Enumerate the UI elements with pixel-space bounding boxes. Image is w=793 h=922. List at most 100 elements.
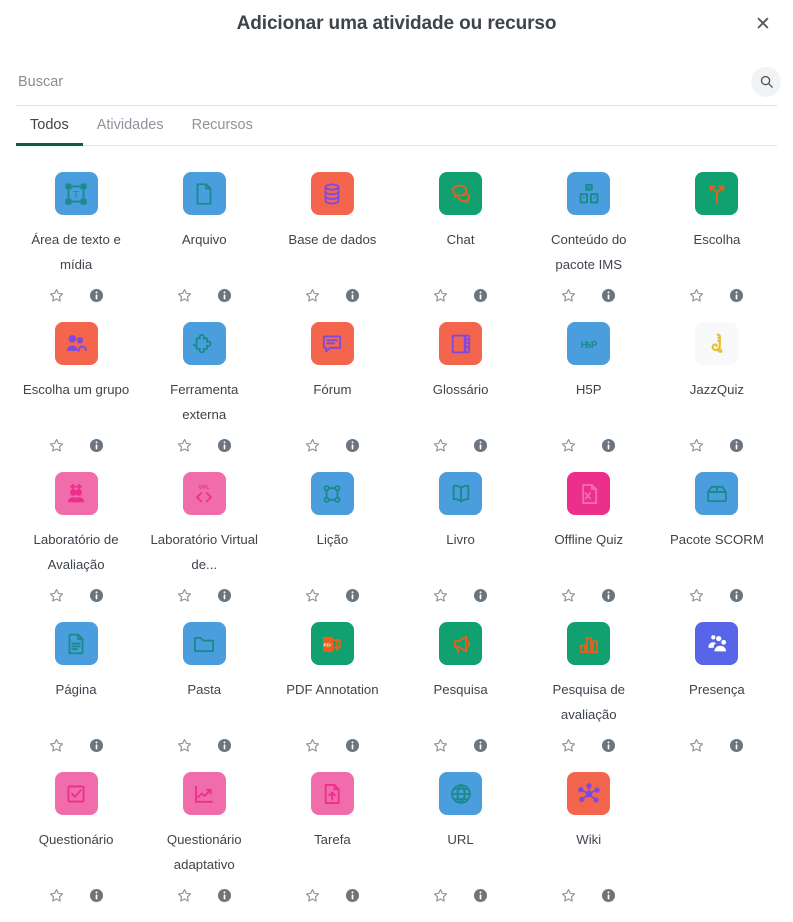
star-outline-icon[interactable] — [560, 436, 578, 454]
scorm-box-icon[interactable] — [695, 472, 739, 515]
activity-label[interactable]: Pesquisa de avaliação — [533, 677, 645, 727]
info-circle-icon[interactable] — [343, 736, 361, 754]
puzzle-piece-icon[interactable] — [182, 322, 226, 365]
activity-label[interactable]: Pasta — [187, 677, 221, 702]
lesson-path-icon[interactable] — [310, 472, 354, 515]
activity-label[interactable]: Área de texto e mídia — [20, 227, 132, 277]
globe-icon[interactable] — [439, 772, 483, 815]
info-circle-icon[interactable] — [215, 286, 233, 304]
glossary-book-icon[interactable] — [439, 322, 483, 365]
info-circle-icon[interactable] — [87, 736, 105, 754]
star-outline-icon[interactable] — [175, 586, 193, 604]
book-icon[interactable] — [439, 472, 483, 515]
info-circle-icon[interactable] — [87, 886, 105, 904]
activity-label[interactable]: Pacote SCORM — [670, 527, 764, 552]
star-outline-icon[interactable] — [303, 886, 321, 904]
star-outline-icon[interactable] — [432, 436, 450, 454]
info-circle-icon[interactable] — [728, 286, 746, 304]
activity-label[interactable]: Ferramenta externa — [148, 377, 260, 427]
close-icon[interactable]: ✕ — [747, 8, 779, 40]
info-circle-icon[interactable] — [600, 586, 618, 604]
info-circle-icon[interactable] — [472, 286, 490, 304]
info-circle-icon[interactable] — [728, 436, 746, 454]
forum-icon[interactable] — [310, 322, 354, 365]
star-outline-icon[interactable] — [303, 586, 321, 604]
star-outline-icon[interactable] — [303, 436, 321, 454]
activity-label[interactable]: Tarefa — [314, 827, 351, 852]
activity-label[interactable]: Wiki — [576, 827, 601, 852]
star-outline-icon[interactable] — [432, 286, 450, 304]
activity-label[interactable]: Arquivo — [182, 227, 227, 252]
activity-label[interactable]: Escolha um grupo — [23, 377, 129, 402]
star-outline-icon[interactable] — [688, 286, 706, 304]
star-outline-icon[interactable] — [47, 436, 65, 454]
text-media-area-icon[interactable]: T — [54, 172, 98, 215]
info-circle-icon[interactable] — [215, 886, 233, 904]
star-outline-icon[interactable] — [175, 886, 193, 904]
workshop-icon[interactable] — [54, 472, 98, 515]
activity-label[interactable]: PDF Annotation — [286, 677, 378, 702]
activity-label[interactable]: Presença — [689, 677, 745, 702]
megaphone-icon[interactable] — [439, 622, 483, 665]
saxophone-icon[interactable] — [695, 322, 739, 365]
pdf-annotation-icon[interactable]: PDF — [310, 622, 354, 665]
vpl-code-icon[interactable]: VPL — [182, 472, 226, 515]
choice-fork-icon[interactable] — [695, 172, 739, 215]
star-outline-icon[interactable] — [47, 886, 65, 904]
star-outline-icon[interactable] — [175, 436, 193, 454]
info-circle-icon[interactable] — [600, 736, 618, 754]
attendance-icon[interactable] — [695, 622, 739, 665]
info-circle-icon[interactable] — [215, 436, 233, 454]
info-circle-icon[interactable] — [343, 286, 361, 304]
activity-label[interactable]: Fórum — [313, 377, 351, 402]
info-circle-icon[interactable] — [87, 286, 105, 304]
star-outline-icon[interactable] — [688, 736, 706, 754]
info-circle-icon[interactable] — [343, 886, 361, 904]
info-circle-icon[interactable] — [472, 736, 490, 754]
tab-recursos[interactable]: Recursos — [178, 117, 267, 146]
info-circle-icon[interactable] — [600, 436, 618, 454]
survey-bars-icon[interactable] — [567, 622, 611, 665]
group-choice-icon[interactable] — [54, 322, 98, 365]
h5p-icon[interactable]: H-P 5 — [567, 322, 611, 365]
info-circle-icon[interactable] — [343, 586, 361, 604]
activity-label[interactable]: URL — [447, 827, 473, 852]
info-circle-icon[interactable] — [728, 586, 746, 604]
activity-label[interactable]: Chat — [447, 227, 475, 252]
activity-label[interactable]: Livro — [446, 527, 475, 552]
star-outline-icon[interactable] — [560, 736, 578, 754]
star-outline-icon[interactable] — [175, 286, 193, 304]
page-icon[interactable] — [54, 622, 98, 665]
activity-label[interactable]: Offline Quiz — [554, 527, 623, 552]
adaptive-quiz-chart-icon[interactable] — [182, 772, 226, 815]
info-circle-icon[interactable] — [215, 736, 233, 754]
wiki-network-icon[interactable] — [567, 772, 611, 815]
star-outline-icon[interactable] — [560, 886, 578, 904]
assignment-upload-icon[interactable] — [310, 772, 354, 815]
activity-label[interactable]: Escolha — [693, 227, 740, 252]
activity-label[interactable]: Questionário adaptativo — [148, 827, 260, 877]
star-outline-icon[interactable] — [303, 736, 321, 754]
file-icon[interactable] — [182, 172, 226, 215]
info-circle-icon[interactable] — [472, 886, 490, 904]
search-input[interactable] — [16, 73, 751, 90]
search-icon[interactable] — [751, 66, 781, 97]
info-circle-icon[interactable] — [215, 586, 233, 604]
info-circle-icon[interactable] — [87, 436, 105, 454]
activity-label[interactable]: Laboratório Virtual de... — [148, 527, 260, 577]
activity-label[interactable]: Laboratório de Avaliação — [20, 527, 132, 577]
star-outline-icon[interactable] — [432, 886, 450, 904]
ims-package-icon[interactable] — [567, 172, 611, 215]
tab-atividades[interactable]: Atividades — [83, 117, 178, 146]
activity-label[interactable]: Página — [56, 677, 97, 702]
star-outline-icon[interactable] — [432, 586, 450, 604]
info-circle-icon[interactable] — [728, 736, 746, 754]
activity-label[interactable]: Base de dados — [288, 227, 376, 252]
star-outline-icon[interactable] — [303, 286, 321, 304]
star-outline-icon[interactable] — [688, 586, 706, 604]
tab-todos[interactable]: Todos — [16, 117, 83, 146]
folder-icon[interactable] — [182, 622, 226, 665]
info-circle-icon[interactable] — [343, 436, 361, 454]
activity-label[interactable]: Questionário — [39, 827, 114, 852]
star-outline-icon[interactable] — [47, 736, 65, 754]
